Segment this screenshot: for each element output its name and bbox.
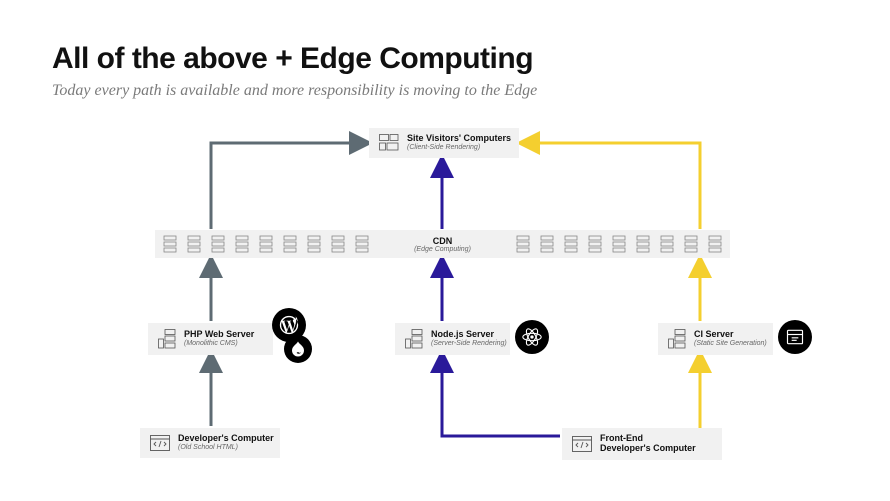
node-developer-computer: Developer's Computer (Old School HTML): [140, 428, 280, 458]
server-rack-icon: [668, 329, 686, 349]
page-subtitle: Today every path is available and more r…: [52, 82, 537, 100]
dev-sub: (Old School HTML): [178, 444, 274, 452]
react-icon: [515, 320, 549, 354]
page-title: All of the above + Edge Computing: [52, 42, 533, 76]
cdn-sub: (Edge Computing): [414, 246, 471, 253]
server-rack-icon: [158, 329, 176, 349]
server-icon: [283, 235, 297, 253]
server-icon: [588, 235, 602, 253]
server-icon: [564, 235, 578, 253]
arrow-cdn-to-visitors-left: [211, 143, 367, 229]
arrow-fedev-to-node: [442, 355, 560, 436]
code-window-icon: [150, 435, 170, 451]
arrows-layer: [0, 110, 890, 501]
server-icon: [211, 235, 225, 253]
node-ci-server: CI Server (Static Site Generation): [658, 323, 773, 355]
cdn-left-icons: [163, 235, 369, 253]
diagram-stage: Site Visitors' Computers (Client-Side Re…: [0, 110, 890, 501]
node-nodejs-server: Node.js Server (Server-Side Rendering): [395, 323, 510, 355]
cdn-label: CDN: [414, 236, 471, 246]
dev-label: Developer's Computer: [178, 434, 274, 444]
ci-sub: (Static Site Generation): [694, 340, 767, 348]
server-icon: [259, 235, 273, 253]
server-icon: [684, 235, 698, 253]
server-icon: [331, 235, 345, 253]
server-icon: [235, 235, 249, 253]
browser-icon: [778, 320, 812, 354]
server-icon: [660, 235, 674, 253]
server-icon: [516, 235, 530, 253]
php-sub: (Monolithic CMS): [184, 340, 254, 348]
php-label: PHP Web Server: [184, 330, 254, 340]
visitors-label: Site Visitors' Computers: [407, 134, 511, 144]
server-rack-icon: [405, 329, 423, 349]
server-icon: [612, 235, 626, 253]
server-icon: [540, 235, 554, 253]
server-icon: [187, 235, 201, 253]
cdn-right-icons: [516, 235, 722, 253]
node-label: Node.js Server: [431, 330, 507, 340]
visitors-icon: [379, 134, 399, 152]
drupal-icon: [284, 335, 312, 363]
node-sub: (Server-Side Rendering): [431, 340, 507, 348]
node-site-visitors: Site Visitors' Computers (Client-Side Re…: [369, 128, 519, 158]
server-icon: [355, 235, 369, 253]
node-frontend-developer-computer: Front-End Developer's Computer: [562, 428, 722, 460]
node-php-server: PHP Web Server (Monolithic CMS): [148, 323, 273, 355]
ci-label: CI Server: [694, 330, 767, 340]
server-icon: [708, 235, 722, 253]
arrow-cdn-to-visitors-right: [522, 143, 700, 229]
server-icon: [636, 235, 650, 253]
server-icon: [163, 235, 177, 253]
visitors-sub: (Client-Side Rendering): [407, 144, 511, 152]
node-cdn: CDN (Edge Computing): [155, 230, 730, 258]
server-icon: [307, 235, 321, 253]
fedev-label2: Developer's Computer: [600, 444, 696, 454]
code-window-icon: [572, 436, 592, 452]
